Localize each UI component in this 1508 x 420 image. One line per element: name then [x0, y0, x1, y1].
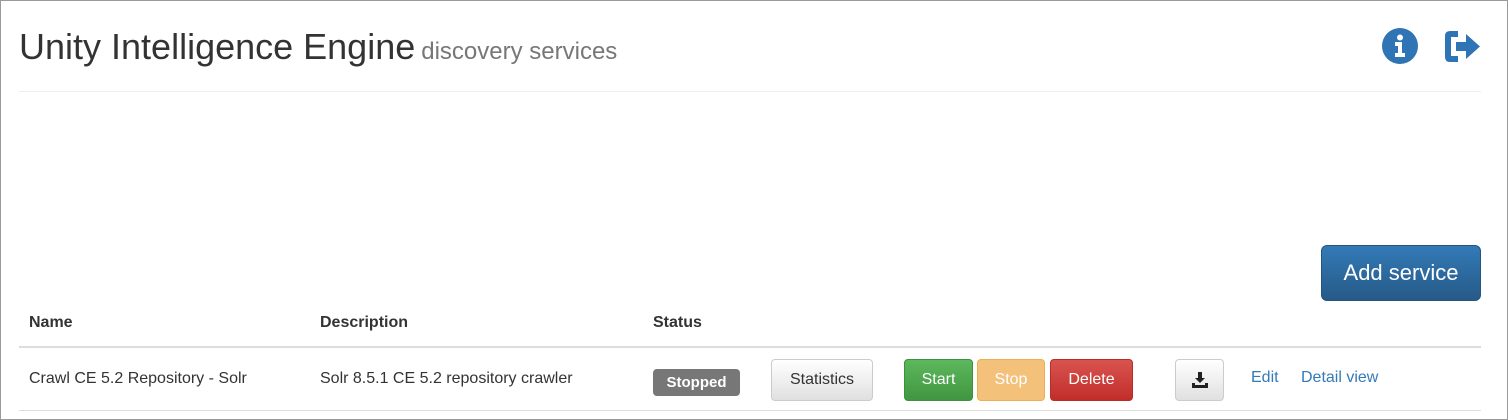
stop-button[interactable]: Stop — [977, 359, 1045, 401]
info-button[interactable] — [1380, 28, 1420, 68]
status-badge: Stopped — [653, 369, 740, 396]
info-circle-icon — [1382, 28, 1418, 64]
table-header-divider — [19, 346, 1481, 348]
download-icon — [1191, 372, 1208, 388]
add-service-button[interactable]: Add service — [1321, 245, 1481, 301]
column-header-status: Status — [653, 314, 702, 331]
statistics-button[interactable]: Statistics — [771, 359, 873, 401]
detail-view-link[interactable]: Detail view — [1301, 369, 1378, 387]
table-row-divider — [19, 410, 1481, 411]
page-title: Unity Intelligence Engine — [19, 26, 416, 67]
download-button[interactable] — [1175, 359, 1224, 401]
header-divider — [19, 91, 1481, 92]
column-header-description: Description — [320, 314, 409, 331]
delete-button[interactable]: Delete — [1050, 359, 1133, 401]
page-header: Unity Intelligence Engine discovery servi… — [19, 22, 1481, 72]
log-out-icon — [1445, 31, 1480, 62]
logout-button[interactable] — [1442, 28, 1482, 68]
edit-link[interactable]: Edit — [1251, 369, 1279, 387]
page-subtitle: discovery services — [421, 38, 618, 65]
column-header-name: Name — [29, 314, 73, 331]
start-button[interactable]: Start — [904, 359, 973, 401]
service-description: Solr 8.5.1 CE 5.2 repository crawler — [320, 370, 573, 387]
service-name: Crawl CE 5.2 Repository - Solr — [29, 370, 247, 387]
